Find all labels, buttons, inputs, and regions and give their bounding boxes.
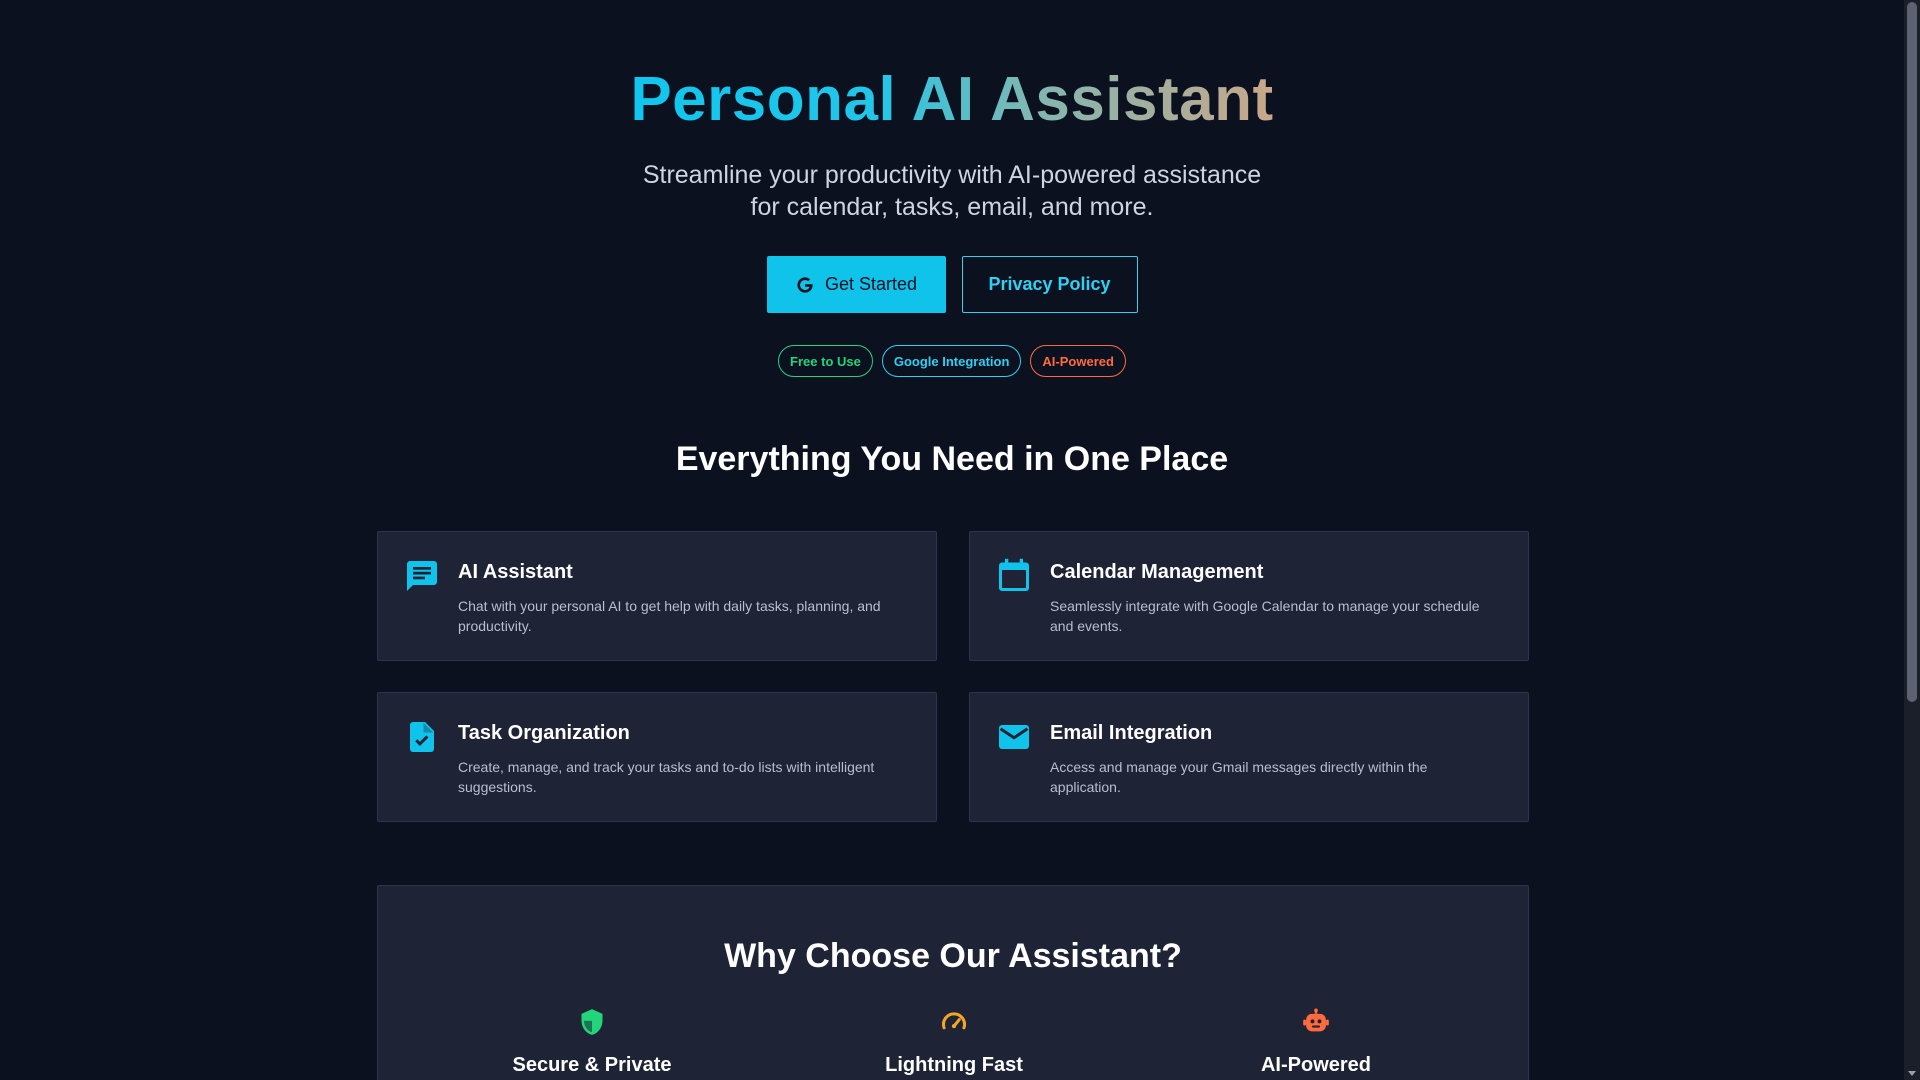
hero-subtitle: Streamline your productivity with AI-pow…	[642, 161, 1262, 221]
why-item-fast: Lightning Fast	[804, 1008, 1104, 1077]
badge-free: Free to Use	[778, 345, 873, 377]
why-item-title: Lightning Fast	[885, 1054, 1023, 1076]
feature-title: Email Integration	[1050, 722, 1213, 744]
calendar-icon	[999, 558, 1029, 591]
scrollbar-thumb[interactable]	[1907, 2, 1917, 702]
hero-actions: Get Started Privacy Policy	[0, 256, 1904, 313]
feature-title: Calendar Management	[1050, 561, 1264, 583]
feature-title: Task Organization	[458, 722, 630, 744]
features-title: Everything You Need in One Place	[675, 440, 1229, 478]
feature-title: AI Assistant	[458, 561, 573, 583]
why-item-secure: Secure & Private	[442, 1008, 742, 1077]
why-title: Why Choose Our Assistant?	[724, 937, 1182, 975]
scroll-down-icon[interactable]	[1908, 1071, 1916, 1076]
why-item-title: Secure & Private	[512, 1054, 672, 1076]
get-started-button[interactable]: Get Started	[766, 256, 946, 313]
shield-icon	[581, 1009, 603, 1035]
hero-title: Personal AI Assistant	[630, 65, 1274, 134]
google-icon	[797, 276, 813, 293]
badge-ai: AI-Powered	[1030, 345, 1126, 377]
robot-icon	[1303, 1008, 1329, 1032]
feature-card-tasks: Task Organization Create, manage, and tr…	[377, 692, 937, 822]
badge-row: Free to Use Google Integration AI-Powere…	[0, 345, 1904, 377]
task-icon	[410, 722, 434, 752]
feature-card-calendar: Calendar Management Seamlessly integrate…	[969, 531, 1529, 661]
get-started-label: Get Started	[824, 274, 918, 294]
feature-desc: Chat with your personal AI to get help w…	[458, 598, 881, 634]
feature-card-email: Email Integration Access and manage your…	[969, 692, 1529, 822]
why-choose-section: Why Choose Our Assistant? Secure & Priva…	[377, 885, 1529, 1080]
privacy-policy-button[interactable]: Privacy Policy	[961, 256, 1138, 313]
page-content: Personal AI Assistant Streamline your pr…	[0, 0, 1904, 1080]
privacy-policy-label: Privacy Policy	[988, 274, 1111, 294]
speedometer-icon	[942, 1012, 966, 1030]
feature-desc: Seamlessly integrate with Google Calenda…	[1050, 598, 1480, 634]
why-item-title: AI-Powered	[1260, 1054, 1372, 1076]
vertical-scrollbar[interactable]	[1904, 0, 1920, 1080]
why-item-ai: AI-Powered	[1166, 1008, 1466, 1077]
feature-desc: Access and manage your Gmail messages di…	[1050, 759, 1428, 795]
feature-desc: Create, manage, and track your tasks and…	[458, 759, 875, 795]
chat-icon	[407, 561, 437, 591]
email-icon	[999, 725, 1029, 749]
feature-card-ai-assistant: AI Assistant Chat with your personal AI …	[377, 531, 937, 661]
landing-page: Personal AI Assistant Streamline your pr…	[0, 0, 1920, 1080]
badge-google: Google Integration	[881, 345, 1022, 377]
